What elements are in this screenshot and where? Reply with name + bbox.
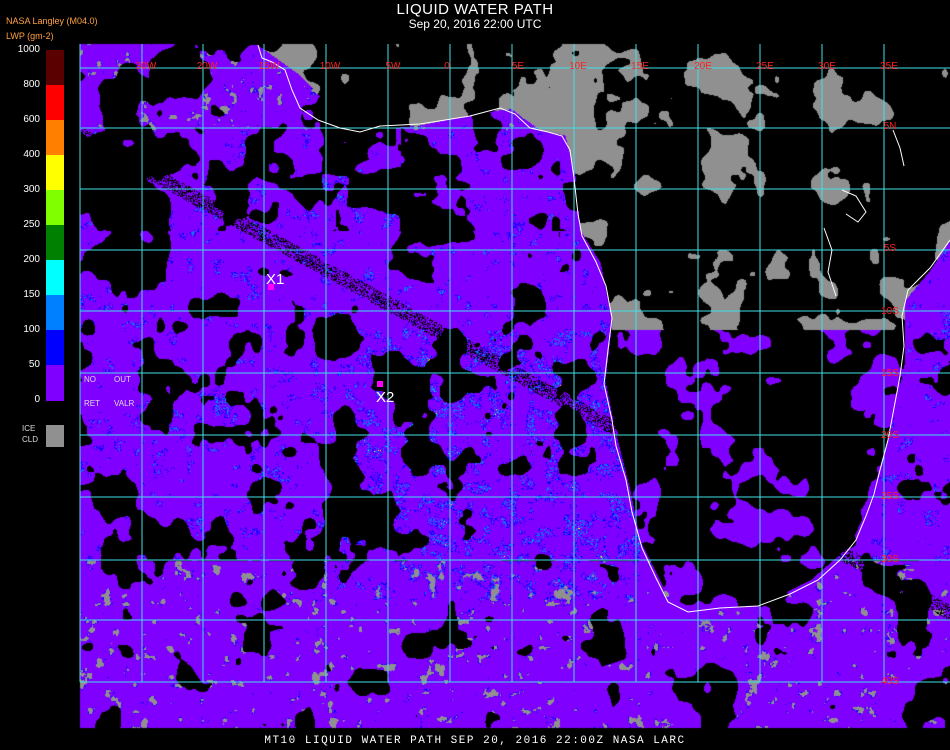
longitude-label: 5E	[512, 61, 525, 72]
longitude-label: 10E	[569, 61, 587, 72]
map-overlay: 30W 20W 15W 10W 5W 0 5E 10E 15E 20E 25E 30E 35E 5N 5S…	[79, 44, 950, 687]
longitude-label: 15E	[631, 61, 649, 72]
coast-fragment	[892, 129, 905, 167]
map-footer: MT10 LIQUID WATER PATH SEP 20, 2016 22:0…	[264, 735, 686, 747]
site-markers: X1 X2	[266, 271, 394, 406]
longitude-label: 20W	[197, 61, 218, 72]
latitude-label: 5N	[884, 121, 897, 132]
longitude-label: 35E	[880, 61, 898, 72]
lat-lon-grid	[79, 44, 950, 683]
latitude-label: 30S	[881, 554, 899, 565]
lake-outline	[823, 227, 837, 297]
longitude-label: 15W	[259, 61, 280, 72]
site-marker-label: X1	[266, 271, 284, 288]
longitude-label: 30W	[136, 61, 157, 72]
longitude-label: 5W	[386, 61, 402, 72]
longitude-label: 30E	[818, 61, 836, 72]
coastline	[257, 44, 950, 613]
latitude-label: 5S	[884, 243, 897, 254]
longitude-label: 25E	[756, 61, 774, 72]
longitude-label: 20E	[694, 61, 712, 72]
latitude-label: 10S	[881, 306, 899, 317]
latitude-label: 15S	[881, 368, 899, 379]
site-marker-label: X2	[376, 389, 394, 406]
site-marker-dot	[377, 381, 383, 387]
latitude-label: 20S	[881, 430, 899, 441]
longitude-label: 10W	[320, 61, 341, 72]
longitude-labels: 30W 20W 15W 10W 5W 0 5E 10E 15E 20E 25E 30E 35E	[136, 61, 899, 72]
latitude-label: 25S	[881, 491, 899, 502]
africa-coastline	[257, 44, 950, 613]
lake-victoria-outline	[841, 189, 867, 223]
latitude-label: 40S	[881, 676, 899, 687]
longitude-label: 0	[444, 61, 450, 72]
